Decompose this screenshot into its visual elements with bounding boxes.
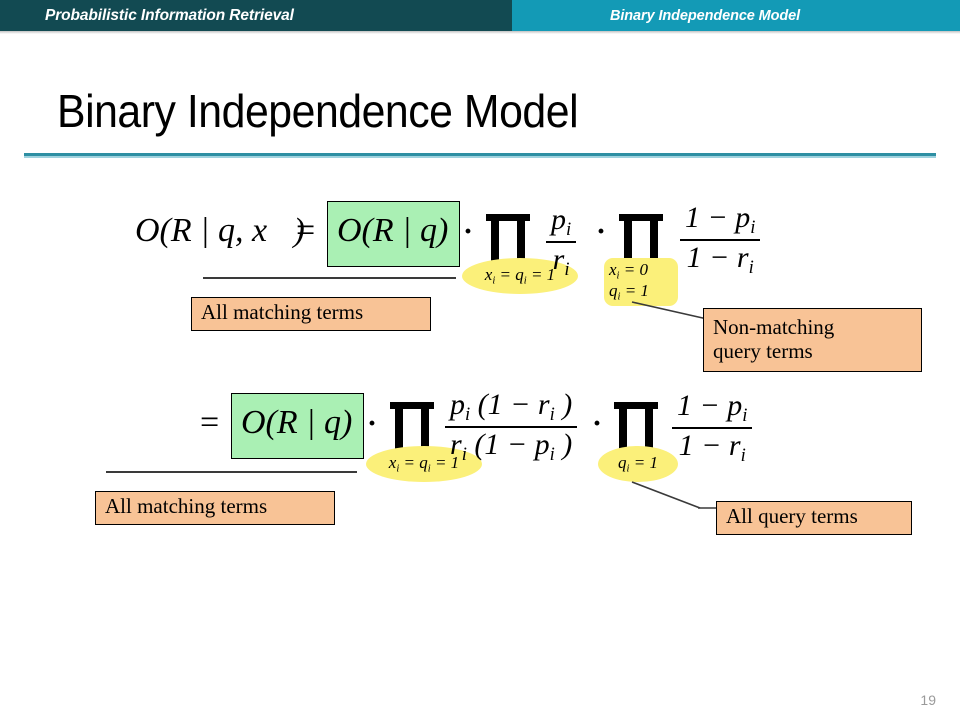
product-symbol-row1-nonmatching: [619, 214, 663, 262]
product-right-leg: [517, 219, 525, 262]
header-drop-shadow: [0, 31, 960, 34]
equation-row1-equals: =: [296, 212, 315, 250]
fraction-denominator: ri: [552, 242, 570, 280]
product-left-leg: [491, 219, 499, 262]
product-right-leg: [645, 407, 653, 450]
equation-row2-dot1: ·: [367, 407, 377, 441]
callout-non-matching-query-terms: Non-matching query terms: [703, 308, 922, 372]
fraction-row1-pi-ri: pi ri: [546, 204, 577, 280]
fraction-row1-one-minus: 1 − pi 1 − ri: [680, 202, 761, 278]
equation-row2-dot1-text: ·: [367, 407, 378, 440]
fraction-denominator: 1 − ri: [678, 428, 746, 466]
product-left-leg: [619, 407, 627, 450]
product-right-leg: [650, 219, 658, 262]
fraction-row2-one-minus: 1 − pi 1 − ri: [672, 390, 753, 466]
fraction-numerator: pi (1 − ri ): [445, 389, 578, 428]
product-index-row2-query-label: qi = 1: [618, 452, 658, 474]
header-section-title: Probabilistic Information Retrieval: [45, 6, 294, 24]
equation-row1-prior-odds: O(R | q): [337, 212, 448, 250]
leader-line-bottom-left: [106, 471, 357, 473]
product-index-row1-nonmatching-line1: xi = 0: [609, 260, 648, 282]
product-symbol-row2-query: [614, 402, 658, 450]
equation-row1-dot1-text: ·: [463, 215, 474, 248]
header-left-band: Probabilistic Information Retrieval: [0, 0, 512, 31]
product-left-leg: [395, 407, 403, 450]
equation-row2-dot2-text: ·: [592, 407, 603, 440]
equation-row2-equals: =: [200, 404, 219, 442]
fraction-denominator: 1 − ri: [686, 240, 754, 278]
fraction-denominator: ri (1 − pi ): [450, 427, 573, 465]
title-underline-rule-light: [24, 156, 936, 158]
equation-row1-dot2: ·: [596, 215, 606, 249]
header-right-band: Binary Independence Model: [512, 0, 960, 31]
equation-row2-dot2: ·: [592, 407, 602, 441]
fraction-numerator: 1 − pi: [680, 202, 761, 241]
callout-all-query-terms: All query terms: [716, 501, 912, 535]
equation-row2-prior-odds: O(R | q): [241, 404, 352, 442]
fraction-container: 1 − pi 1 − ri: [680, 202, 761, 278]
fraction-container: pi (1 − ri ) ri (1 − pi ): [445, 389, 578, 465]
page-number: 19: [920, 692, 936, 708]
fraction-row2-big: pi (1 − ri ) ri (1 − pi ): [445, 389, 578, 465]
product-left-leg: [624, 219, 632, 262]
fraction-numerator: pi: [546, 204, 577, 243]
product-symbol-row1-matching: [486, 214, 530, 262]
callout-all-matching-terms-bottom: All matching terms: [95, 491, 335, 525]
equation-row1-dot2-text: ·: [596, 215, 607, 248]
fraction-container: pi ri: [546, 204, 577, 280]
page-title: Binary Independence Model: [57, 85, 579, 137]
product-index-row2-query: qi = 1: [598, 446, 678, 482]
fraction-container: 1 − pi 1 − ri: [672, 390, 753, 466]
equation-row1-equals-text: =: [296, 212, 316, 249]
equation-row1-lhs: O(R | q, x⃗): [135, 212, 305, 250]
equation-row1-lhs-text: O(R | q, x⃗): [135, 212, 305, 249]
leader-line-top-left: [203, 277, 456, 279]
callout-all-matching-terms-top: All matching terms: [191, 297, 431, 331]
leader-line-bottom-right: [631, 481, 722, 509]
product-right-leg: [421, 407, 429, 450]
equation-row2-prior-odds-text: O(R | q): [241, 404, 353, 441]
equation-row1-prior-odds-text: O(R | q): [337, 212, 449, 249]
equation-row1-dot1: ·: [463, 215, 473, 249]
equation-row2-equals-text: =: [200, 404, 220, 441]
slide-header-bar: Probabilistic Information Retrieval Bina…: [0, 0, 960, 31]
header-topic-title: Binary Independence Model: [610, 7, 801, 24]
fraction-numerator: 1 − pi: [672, 390, 753, 429]
product-symbol-row2-matching: [390, 402, 434, 450]
product-index-row1-matching-label: xi = qi = 1: [484, 264, 556, 286]
